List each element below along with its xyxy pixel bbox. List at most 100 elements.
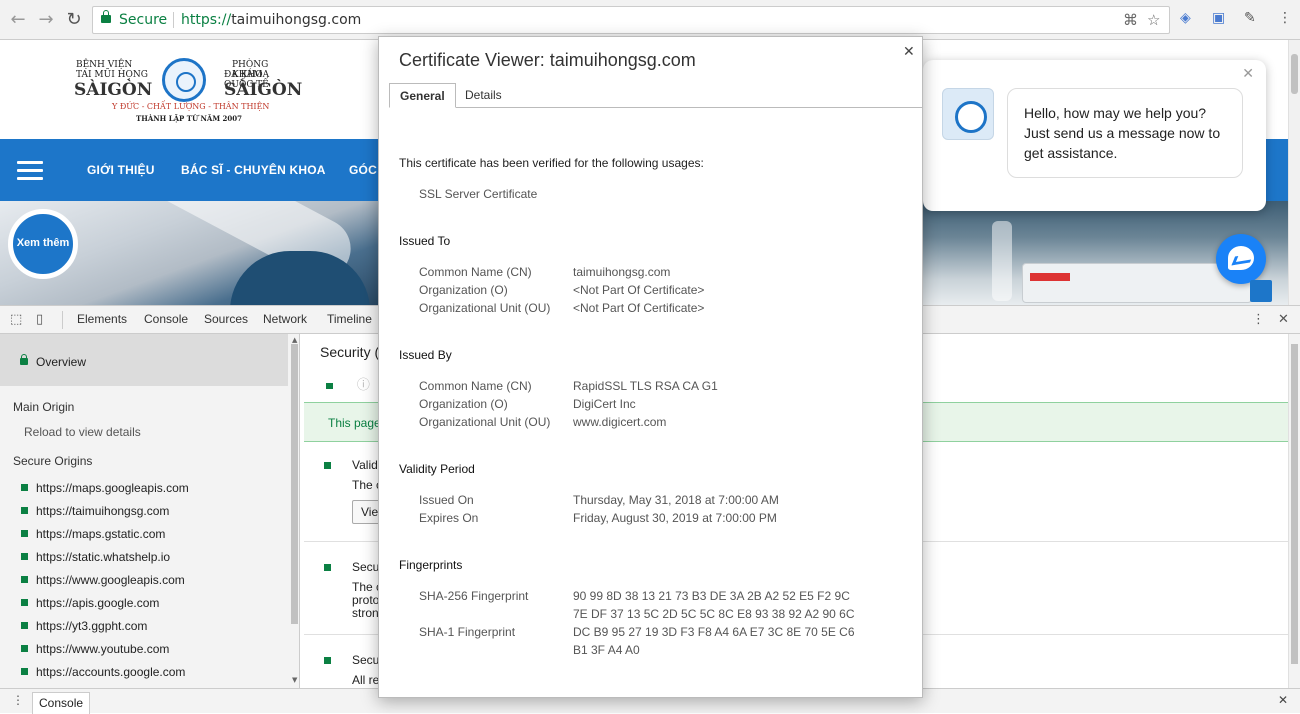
tab-console[interactable]: Console [144,312,188,326]
back-icon[interactable]: ← [6,8,30,32]
chat-message: Hello, how may we help you? Just send us… [1007,88,1243,178]
sidebar-item-label: Overview [36,355,87,369]
menu-icon[interactable]: ⋮ [1278,10,1292,26]
secure-dot-icon [21,484,28,491]
logo-tagline: Y ĐỨC - CHẤT LƯỢNG - THÂN THIỆN [112,102,270,111]
origin-item[interactable]: https://taimuihongsg.com [21,504,169,518]
field-value: Thursday, May 31, 2018 at 7:00:00 AM [573,493,779,507]
secure-dot-icon [21,599,28,606]
section-text: proto [352,593,380,607]
close-devtools-icon[interactable]: ✕ [1278,312,1289,327]
tab-timeline[interactable]: Timeline [327,312,372,326]
secure-dot-icon [21,645,28,652]
sidebar-item-overview[interactable]: Overview [0,334,288,386]
section-text: All re [352,673,380,687]
bookmark-star-icon[interactable]: ☆ [1147,11,1160,29]
extension-icon[interactable]: ◈ [1180,10,1191,26]
logo-founded: THÀNH LẬP TỪ NĂM 2007 [136,114,243,123]
secure-dot-icon [21,576,28,583]
address-bar[interactable]: Secure https://taimuihongsg.com ⌘ ☆ [92,6,1170,34]
extension-icon[interactable]: ▣ [1212,10,1225,26]
origin-item[interactable]: https://www.googleapis.com [21,573,185,587]
browser-toolbar: ← → ↻ Secure https://taimuihongsg.com ⌘ … [0,0,1300,40]
field-label: SHA-256 Fingerprint [419,589,529,603]
chat-avatar [942,88,994,140]
secure-dot-icon [21,507,28,514]
tab-elements[interactable]: Elements [77,312,127,326]
tab-network[interactable]: Network [263,312,307,326]
lock-icon [20,354,28,365]
chat-popup: ✕ Hello, how may we help you? Just send … [923,60,1266,211]
origin-item[interactable]: https://static.whatshelp.io [21,550,170,564]
tab-details[interactable]: Details [455,83,512,108]
lock-icon [326,383,333,389]
info-icon: ⓘ [356,378,370,393]
sidebar-scrollbar[interactable]: ▲ ▼ [289,334,299,688]
devtools-menu-icon[interactable]: ⋮ [1252,312,1265,327]
messenger-icon[interactable] [1216,234,1266,284]
nav-item-goc[interactable]: GÓC [349,163,377,177]
secure-indicator[interactable]: Secure [101,10,167,28]
url-text[interactable]: https://taimuihongsg.com [181,12,361,28]
logo-text: SÀIGÒN [224,80,303,100]
field-value: www.digicert.com [573,415,667,429]
translate-icon[interactable]: ⌘ [1123,11,1138,29]
origin-item[interactable]: https://maps.googleapis.com [21,481,189,495]
secure-dot-icon [324,657,331,664]
field-label: Organization (O) [419,397,508,411]
panel-scrollbar[interactable] [1288,334,1300,688]
calendar-icon[interactable] [1250,280,1272,302]
secure-dot-icon [21,668,28,675]
reload-icon[interactable]: ↻ [62,8,86,32]
nav-item-bac-si[interactable]: BÁC SĨ - CHUYÊN KHOA [181,163,326,177]
issued-to-heading: Issued To [399,234,451,248]
hero-image: Xem thêm [0,201,378,305]
origin-item[interactable]: https://accounts.google.com [21,665,185,679]
origin-item[interactable]: https://yt3.ggpht.com [21,619,147,633]
field-label: Organizational Unit (OU) [419,415,551,429]
secure-dot-icon [324,564,331,571]
logo-emblem-icon [162,58,206,102]
xem-them-button[interactable]: Xem thêm [8,209,78,279]
close-icon[interactable]: ✕ [1242,66,1254,82]
field-label: Organization (O) [419,283,508,297]
secure-dot-icon [21,622,28,629]
certificate-viewer-dialog: Certificate Viewer: taimuihongsg.com ✕ G… [378,36,923,698]
inspect-element-icon[interactable]: ⬚ [10,312,22,327]
drawer-menu-icon[interactable]: ⋮ [12,693,24,707]
tab-sources[interactable]: Sources [204,312,248,326]
lock-icon [101,10,111,23]
nav-item-gioi-thieu[interactable]: GIỚI THIỆU [87,163,155,177]
origin-item[interactable]: https://www.youtube.com [21,642,169,656]
hospital-logo[interactable]: BỆNH VIỆN TAI MŨI HỌNG SÀIGÒN PHÒNG KHÁM… [74,58,302,126]
secure-origins-heading: Secure Origins [13,454,93,468]
section-title: Secu [352,560,380,574]
origin-item[interactable]: https://maps.gstatic.com [21,527,165,541]
hamburger-menu-icon[interactable] [17,161,43,185]
logo-text: TAI MŨI HỌNG [76,70,148,80]
field-label: Expires On [419,511,479,525]
page-scrollbar[interactable] [1288,40,1300,305]
field-label: Common Name (CN) [419,379,532,393]
issued-by-heading: Issued By [399,348,452,362]
tab-general[interactable]: General [389,83,456,108]
logo-text: BỆNH VIỆN [76,60,133,70]
fingerprints-heading: Fingerprints [399,558,463,572]
origin-item[interactable]: https://apis.google.com [21,596,159,610]
section-title: Validi [352,458,381,472]
dialog-title: Certificate Viewer: taimuihongsg.com [399,50,696,70]
field-value: 90 99 8D 38 13 21 73 B3 DE 3A 2B A2 52 E… [573,589,850,603]
section-text: stron [352,606,379,620]
field-value: taimuihongsg.com [573,265,671,279]
eyedropper-icon[interactable]: ✎ [1244,10,1256,26]
close-drawer-icon[interactable]: ✕ [1278,693,1288,707]
main-origin-heading: Main Origin [13,400,75,414]
field-value: B1 3F A4 A0 [573,643,640,657]
forward-icon[interactable]: → [34,8,58,32]
reload-hint[interactable]: Reload to view details [24,425,141,439]
drawer-tab-console[interactable]: Console [32,692,91,714]
device-toolbar-icon[interactable]: ▯ [36,312,43,327]
secure-dot-icon [21,553,28,560]
field-label: Common Name (CN) [419,265,532,279]
close-icon[interactable]: ✕ [903,43,915,60]
